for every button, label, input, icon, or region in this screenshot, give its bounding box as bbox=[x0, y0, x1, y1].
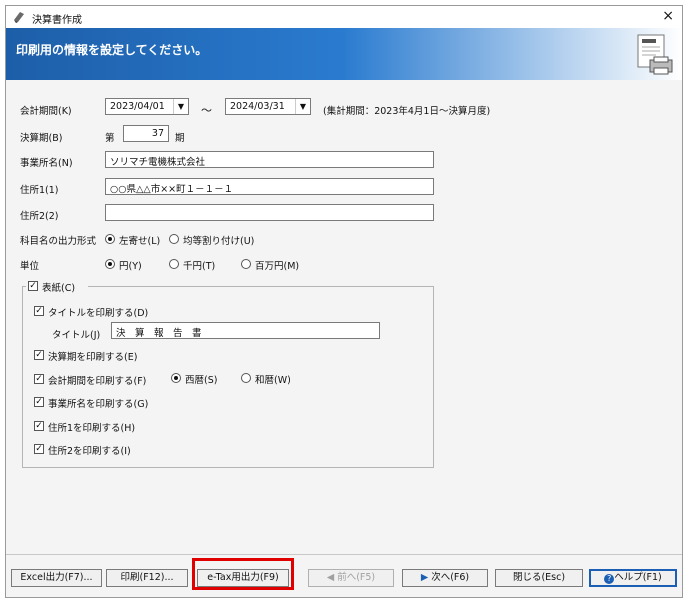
print-period-checkbox[interactable]: ✓ bbox=[34, 374, 44, 384]
account-format-even-radio[interactable] bbox=[169, 234, 179, 244]
era-western-radio[interactable] bbox=[171, 373, 181, 383]
title-bar: 決算書作成 × bbox=[6, 6, 682, 28]
unit-thousand-label: 千円(T) bbox=[183, 261, 216, 272]
help-icon: ? bbox=[604, 574, 615, 584]
print-company-label: 事業所名を印刷する(G) bbox=[48, 399, 149, 410]
excel-export-button[interactable]: Excel出力(F7)... bbox=[11, 569, 102, 587]
address1-label: 住所1(1) bbox=[20, 185, 59, 196]
prev-button[interactable]: ◀ 前へ(F5) bbox=[308, 569, 394, 587]
title-label: タイトル(J) bbox=[52, 330, 101, 341]
help-button[interactable]: ? ヘルプ(F1) bbox=[589, 569, 677, 587]
term-label: 決算期(B) bbox=[20, 133, 63, 144]
help-label: ヘルプ(F1) bbox=[614, 572, 662, 583]
period-end-value: 2024/03/31 bbox=[230, 101, 285, 112]
unit-thousand-radio[interactable] bbox=[169, 259, 179, 269]
unit-million-label: 百万円(M) bbox=[255, 261, 300, 272]
unit-million-radio[interactable] bbox=[241, 259, 251, 269]
footer-divider bbox=[6, 554, 682, 555]
instruction-text: 印刷用の情報を設定してください。 bbox=[16, 43, 208, 57]
document-printer-icon bbox=[637, 34, 673, 75]
address2-label: 住所2(2) bbox=[20, 211, 59, 222]
print-period-label: 会計期間を印刷する(F) bbox=[48, 376, 147, 387]
address2-input[interactable] bbox=[105, 204, 434, 221]
period-start-select[interactable]: 2023/04/01 ▼ bbox=[105, 98, 189, 115]
print-address1-label: 住所1を印刷する(H) bbox=[48, 423, 136, 434]
term-input[interactable]: 37 bbox=[123, 125, 169, 142]
period-end-select[interactable]: 2024/03/31 ▼ bbox=[225, 98, 311, 115]
account-format-left-label: 左寄せ(L) bbox=[119, 236, 161, 247]
cover-checkbox[interactable]: ✓ bbox=[28, 281, 38, 291]
print-label: 印刷(F12)... bbox=[120, 572, 174, 583]
print-title-label: タイトルを印刷する(D) bbox=[48, 308, 149, 319]
print-address2-label: 住所2を印刷する(I) bbox=[48, 446, 131, 457]
chevron-down-icon[interactable]: ▼ bbox=[295, 99, 310, 114]
account-format-left-radio[interactable] bbox=[105, 234, 115, 244]
close-button[interactable]: 閉じる(Esc) bbox=[495, 569, 583, 587]
account-format-label: 科目名の出力形式 bbox=[20, 236, 97, 247]
instruction-banner: 印刷用の情報を設定してください。 bbox=[6, 28, 682, 80]
excel-export-label: Excel出力(F7)... bbox=[20, 572, 93, 583]
etax-highlight-frame bbox=[192, 558, 294, 590]
print-term-label: 決算期を印刷する(E) bbox=[48, 352, 138, 363]
unit-yen-radio[interactable] bbox=[105, 259, 115, 269]
term-value: 37 bbox=[151, 128, 164, 139]
account-format-even-label: 均等割り付け(U) bbox=[183, 236, 255, 247]
arrow-right-icon: ▶ bbox=[420, 572, 432, 583]
unit-label: 単位 bbox=[20, 261, 40, 272]
dialog-window: 決算書作成 × 印刷用の情報を設定してください。 会計期間(K) 2023/04… bbox=[5, 5, 683, 598]
unit-yen-label: 円(Y) bbox=[119, 261, 142, 272]
company-value: ソリマチ電機株式会社 bbox=[110, 157, 206, 168]
era-western-label: 西暦(S) bbox=[185, 375, 218, 386]
company-input[interactable]: ソリマチ電機株式会社 bbox=[105, 151, 434, 168]
close-label: 閉じる(Esc) bbox=[512, 572, 566, 583]
next-button[interactable]: ▶ 次へ(F6) bbox=[402, 569, 488, 587]
address1-input[interactable]: ○○県△△市××町１－１－１ bbox=[105, 178, 434, 195]
period-tilde: ～ bbox=[201, 104, 212, 117]
print-term-checkbox[interactable]: ✓ bbox=[34, 350, 44, 360]
term-prefix: 第 bbox=[105, 133, 115, 144]
period-note: (集計期間：2023年4月1日～決算月度) bbox=[323, 106, 491, 117]
title-input[interactable]: 決 算 報 告 書 bbox=[111, 322, 380, 339]
chevron-down-icon[interactable]: ▼ bbox=[173, 99, 188, 114]
period-start-value: 2023/04/01 bbox=[110, 101, 165, 112]
prev-label: 前へ(F5) bbox=[337, 572, 376, 583]
cover-label: 表紙(C) bbox=[42, 283, 76, 294]
print-company-checkbox[interactable]: ✓ bbox=[34, 397, 44, 407]
title-value: 決 算 報 告 書 bbox=[116, 328, 202, 339]
print-address1-checkbox[interactable]: ✓ bbox=[34, 421, 44, 431]
print-address2-checkbox[interactable]: ✓ bbox=[34, 444, 44, 454]
close-icon[interactable]: × bbox=[662, 8, 674, 24]
term-suffix: 期 bbox=[175, 133, 185, 144]
window-title: 決算書作成 bbox=[32, 15, 82, 26]
era-japanese-label: 和暦(W) bbox=[255, 375, 291, 386]
arrow-left-icon: ◀ bbox=[326, 572, 338, 583]
company-label: 事業所名(N) bbox=[20, 158, 73, 169]
print-title-checkbox[interactable]: ✓ bbox=[34, 306, 44, 316]
period-label: 会計期間(K) bbox=[20, 106, 72, 117]
era-japanese-radio[interactable] bbox=[241, 373, 251, 383]
app-icon bbox=[14, 12, 24, 23]
print-button[interactable]: 印刷(F12)... bbox=[106, 569, 188, 587]
next-label: 次へ(F6) bbox=[431, 572, 470, 583]
address1-value: ○○県△△市××町１－１－１ bbox=[110, 184, 234, 195]
